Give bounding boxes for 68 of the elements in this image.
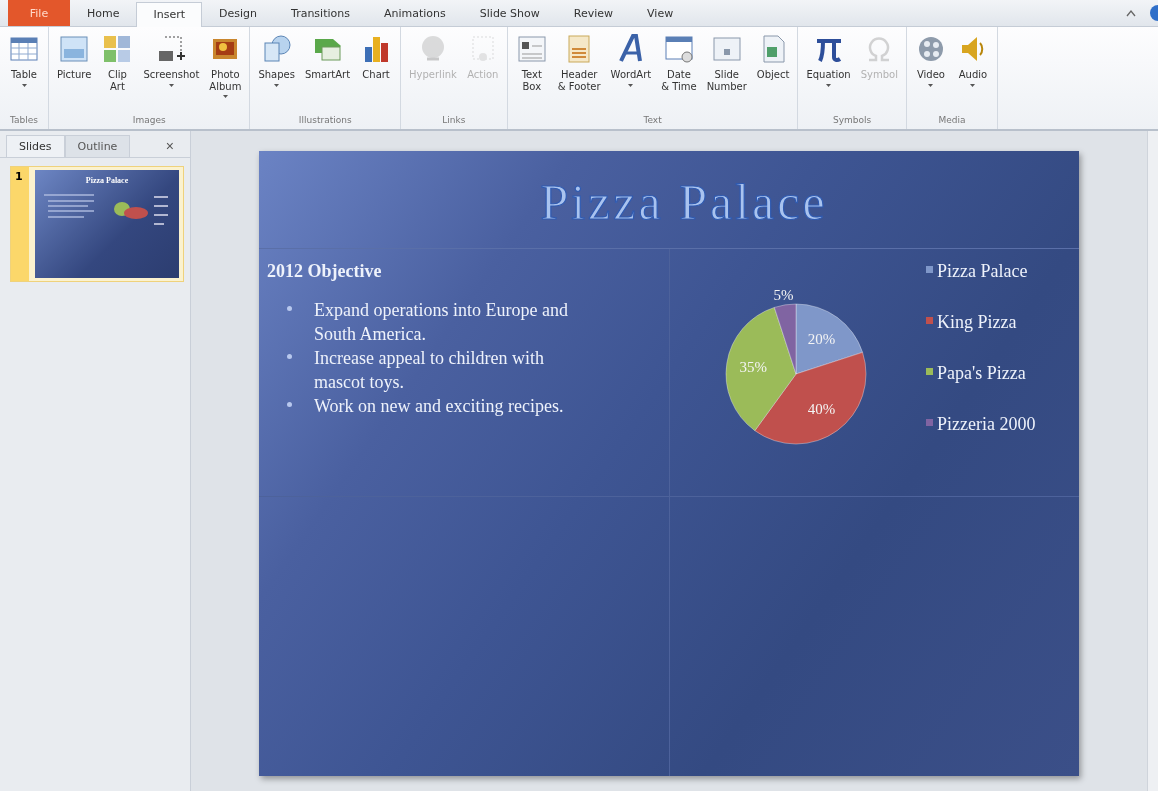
data-label: 40% xyxy=(807,401,836,418)
ribbon-button[interactable]: Table xyxy=(4,31,44,115)
ribbon-button[interactable]: Chart xyxy=(356,31,397,115)
caret-icon xyxy=(168,83,174,87)
ribbon-button[interactable]: Screenshot xyxy=(139,31,204,115)
ribbon-button[interactable]: Video xyxy=(910,31,951,115)
data-label: 35% xyxy=(739,359,767,376)
group-label: Media xyxy=(937,115,967,127)
ribbon-button[interactable]: Header & Footer xyxy=(553,31,605,115)
bullet-icon xyxy=(287,354,292,359)
caret-icon xyxy=(628,83,634,87)
ribbon-tab[interactable]: Slide Show xyxy=(462,1,557,26)
data-label: 5% xyxy=(773,289,794,303)
text-box-icon xyxy=(515,33,548,65)
caret-icon xyxy=(826,83,831,87)
thumbnail-row[interactable]: 1 Pizza Palace xyxy=(10,166,184,282)
ribbon-button[interactable]: Equation xyxy=(802,31,855,115)
panel-tab[interactable]: Outline xyxy=(64,135,131,157)
ribbon-button[interactable]: Clip Art xyxy=(97,31,138,115)
ribbon-tab[interactable]: Transitions xyxy=(274,1,367,26)
slide-number: 1 xyxy=(14,170,24,185)
ribbon-button[interactable]: Shapes xyxy=(254,31,299,115)
caret-icon xyxy=(970,83,976,87)
ribbon-button[interactable]: Date & Time xyxy=(657,31,701,115)
ribbon-tab[interactable]: View xyxy=(630,1,691,26)
slide-thumbnail[interactable]: Pizza Palace xyxy=(35,170,179,278)
caret-icon xyxy=(21,83,27,87)
caret-icon xyxy=(274,83,280,87)
group-label: Symbols xyxy=(832,115,873,127)
close-button[interactable]: × xyxy=(163,138,176,154)
calendar-icon xyxy=(662,33,695,65)
group-label: Images xyxy=(131,115,167,127)
ribbon-button[interactable]: Text Box xyxy=(511,31,552,115)
bullet-icon xyxy=(287,306,292,311)
ribbon-tab[interactable]: Review xyxy=(556,1,631,26)
minimize-ribbon-icon[interactable] xyxy=(1126,9,1136,17)
ribbon-button[interactable]: WordArt xyxy=(606,31,656,115)
ribbon-tab[interactable]: Design xyxy=(202,1,275,26)
ribbon-tab[interactable]: Home xyxy=(70,1,137,26)
bullet-icon xyxy=(287,402,292,407)
ribbon-button[interactable]: Audio xyxy=(952,31,993,115)
ribbon-button[interactable]: Photo Album xyxy=(205,31,246,115)
panel-tab[interactable]: Slides xyxy=(6,135,65,157)
scrollbar[interactable] xyxy=(1147,131,1158,791)
legend-label: King Pizza xyxy=(937,311,1018,334)
caret-icon xyxy=(928,83,934,87)
data-label: 20% xyxy=(807,330,836,347)
ribbon-tab[interactable]: Animations xyxy=(366,1,463,26)
bullet-text: Expand operations into Europe and South America. xyxy=(314,299,569,346)
slide-title: Pizza Palace xyxy=(539,173,829,232)
slide-heading: 2012 Objective xyxy=(267,261,383,282)
group-label: Illustrations xyxy=(297,115,353,127)
ribbon-button[interactable]: SmartArt xyxy=(300,31,355,115)
group-label: Tables xyxy=(9,115,39,127)
legend-label: Pizza Palace xyxy=(937,260,1029,283)
ribbon-button[interactable]: Slide Number xyxy=(702,31,751,115)
thumbnail-title: Pizza Palace xyxy=(85,176,129,185)
bullet-text: Work on new and exciting recipes. xyxy=(314,395,565,418)
legend-label: Pizzeria 2000 xyxy=(937,413,1037,436)
picture-icon xyxy=(58,33,91,65)
legend-label: Papa's Pizza xyxy=(937,362,1027,385)
group-label: Text xyxy=(642,115,663,127)
caret-icon xyxy=(222,95,228,98)
group-label: Links xyxy=(441,115,467,127)
ribbon-button[interactable]: Object xyxy=(752,31,794,115)
ribbon-tab[interactable]: Insert xyxy=(136,2,203,27)
ribbon-button[interactable]: Picture xyxy=(53,31,96,115)
bullet-text: Increase appeal to children with mascot toys. xyxy=(314,347,545,394)
